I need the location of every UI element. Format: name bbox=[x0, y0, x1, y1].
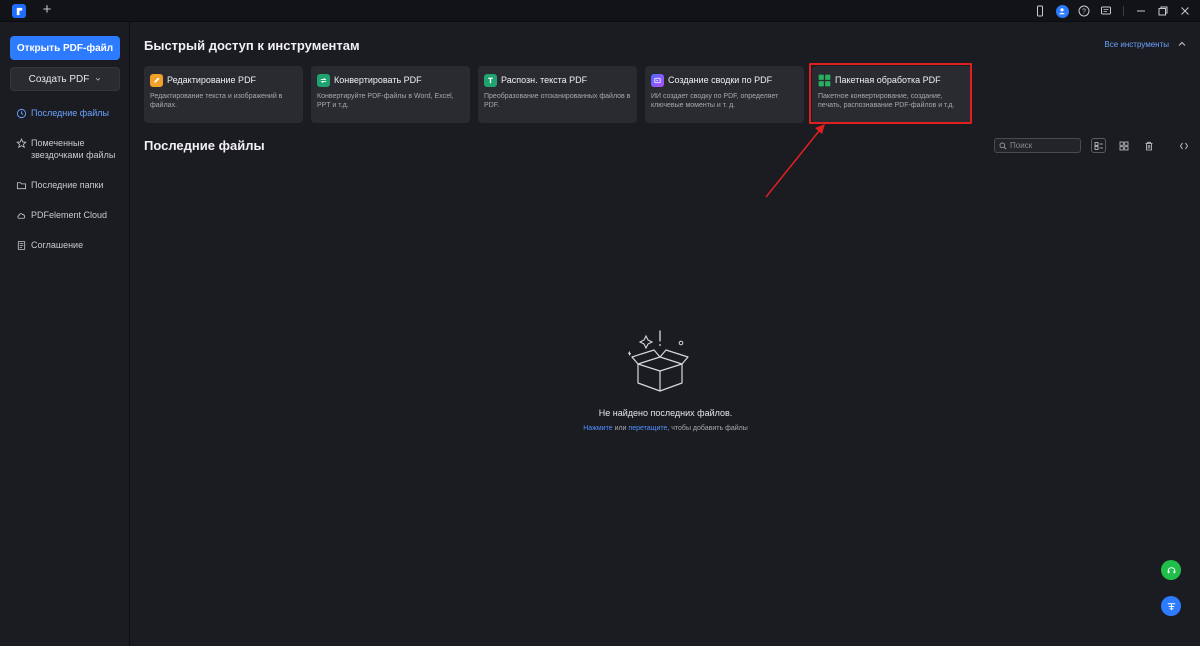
sidebar-item-label: Последние файлы bbox=[31, 108, 109, 118]
recent-files-title: Последние файлы bbox=[144, 138, 265, 153]
star-icon bbox=[16, 138, 27, 149]
support-button[interactable] bbox=[1161, 560, 1181, 580]
tool-card-batch-pdf[interactable]: Пакетная обработка PDF Пакетное конверти… bbox=[809, 63, 972, 124]
restore-icon[interactable] bbox=[1152, 0, 1174, 22]
search-icon bbox=[999, 142, 1007, 149]
all-tools-link[interactable]: Все инструменты bbox=[1104, 40, 1169, 49]
chat-icon[interactable] bbox=[1095, 0, 1117, 22]
list-view-icon bbox=[1094, 141, 1103, 150]
delete-button[interactable] bbox=[1141, 138, 1156, 153]
sidebar-item-recent-files[interactable]: Последние файлы bbox=[0, 102, 130, 124]
titlebar-divider bbox=[1123, 6, 1124, 16]
empty-box-icon bbox=[627, 330, 689, 392]
minimize-icon[interactable] bbox=[1130, 0, 1152, 22]
card-title: Создание сводки по PDF bbox=[668, 75, 773, 85]
tasks-icon bbox=[1167, 602, 1175, 610]
tool-card-convert-pdf[interactable]: Конвертировать PDF Конвертируйте PDF-фай… bbox=[311, 66, 470, 123]
sidebar-item-label: PDFelement Cloud bbox=[31, 210, 108, 220]
card-title: Конвертировать PDF bbox=[334, 75, 422, 85]
main-content: Быстрый доступ к инструментам Все инстру… bbox=[131, 22, 1200, 646]
folder-icon bbox=[16, 180, 27, 191]
card-description: Пакетное конвертирование, создание, печа… bbox=[818, 93, 955, 109]
quick-access-title: Быстрый доступ к инструментам bbox=[144, 38, 360, 53]
pdfelement-logo-icon[interactable] bbox=[12, 4, 26, 18]
quick-access-cards: Редактирование PDF Редактирование текста… bbox=[144, 63, 972, 124]
chevron-up-icon[interactable] bbox=[1176, 38, 1188, 50]
trash-icon bbox=[1145, 141, 1152, 150]
hint-suffix: , чтобы добавить файлы bbox=[667, 425, 748, 432]
sidebar-item-label: Помеченные звездочками файлы bbox=[31, 138, 116, 160]
click-to-open-link[interactable]: Нажмите bbox=[583, 425, 612, 432]
convert-icon bbox=[317, 73, 330, 87]
sidebar: Открыть PDF-файл Создать PDF Последние ф… bbox=[0, 22, 130, 646]
create-pdf-label: Создать PDF bbox=[28, 73, 90, 85]
phone-icon[interactable] bbox=[1029, 0, 1051, 22]
empty-state-hint: Нажмите или перетащите, чтобы добавить ф… bbox=[131, 425, 1200, 432]
card-title: Распозн. текста PDF bbox=[501, 75, 588, 85]
help-icon[interactable]: ? bbox=[1073, 0, 1095, 22]
sidebar-item-recent-folders[interactable]: Последние папки bbox=[0, 174, 130, 196]
avatar-icon[interactable] bbox=[1051, 0, 1073, 22]
ai-summary-icon bbox=[651, 73, 664, 87]
batch-icon bbox=[818, 74, 831, 87]
sidebar-nav: Последние файлы Помеченные звездочками ф… bbox=[0, 102, 130, 256]
tool-card-edit-pdf[interactable]: Редактирование PDF Редактирование текста… bbox=[144, 66, 303, 123]
svg-text:?: ? bbox=[1082, 9, 1086, 16]
collapse-button[interactable] bbox=[1176, 138, 1191, 153]
document-icon bbox=[16, 240, 27, 251]
clock-icon bbox=[16, 108, 27, 119]
cloud-icon bbox=[16, 210, 27, 221]
card-title: Пакетная обработка PDF bbox=[835, 75, 941, 85]
search-input[interactable] bbox=[1010, 141, 1080, 150]
headset-icon bbox=[1167, 566, 1175, 573]
chevron-down-icon bbox=[96, 77, 101, 81]
card-description: Преобразование отсканированных файлов в … bbox=[484, 93, 631, 109]
drag-drop-link[interactable]: перетащите bbox=[628, 425, 667, 432]
close-icon[interactable] bbox=[1174, 0, 1196, 22]
empty-state-title: Не найдено последних файлов. bbox=[598, 408, 733, 418]
sidebar-item-cloud[interactable]: PDFelement Cloud bbox=[0, 204, 130, 226]
tool-card-ocr-pdf[interactable]: Распозн. текста PDF Преобразование отска… bbox=[478, 66, 637, 123]
card-title: Редактирование PDF bbox=[167, 75, 257, 85]
card-description: ИИ создает сводку по PDF, определяет клю… bbox=[651, 93, 779, 109]
sidebar-item-agreement[interactable]: Соглашение bbox=[0, 234, 130, 256]
open-pdf-button[interactable]: Открыть PDF-файл bbox=[10, 36, 120, 60]
card-description: Редактирование текста и изображений в фа… bbox=[150, 93, 283, 109]
grid-view-icon bbox=[1119, 141, 1128, 150]
card-description: Конвертируйте PDF-файлы в Word, Excel, P… bbox=[317, 93, 454, 109]
list-view-button[interactable] bbox=[1091, 138, 1106, 153]
edit-pdf-icon bbox=[150, 73, 163, 87]
search-box[interactable] bbox=[994, 138, 1081, 153]
create-pdf-button[interactable]: Создать PDF bbox=[10, 67, 120, 91]
sidebar-item-label: Соглашение bbox=[31, 240, 84, 250]
title-bar: + ? bbox=[0, 0, 1200, 22]
sidebar-item-label: Последние папки bbox=[31, 180, 104, 190]
new-tab-button[interactable]: + bbox=[40, 2, 54, 18]
feedback-button[interactable] bbox=[1161, 596, 1181, 616]
grid-view-button[interactable] bbox=[1116, 138, 1131, 153]
hint-or: или bbox=[614, 425, 627, 432]
sidebar-item-starred[interactable]: Помеченные звездочками файлы bbox=[0, 132, 130, 166]
expand-arrows-icon bbox=[1179, 142, 1188, 149]
ocr-icon bbox=[484, 73, 497, 87]
tool-card-ai-summary[interactable]: Создание сводки по PDF ИИ создает сводку… bbox=[645, 66, 804, 123]
